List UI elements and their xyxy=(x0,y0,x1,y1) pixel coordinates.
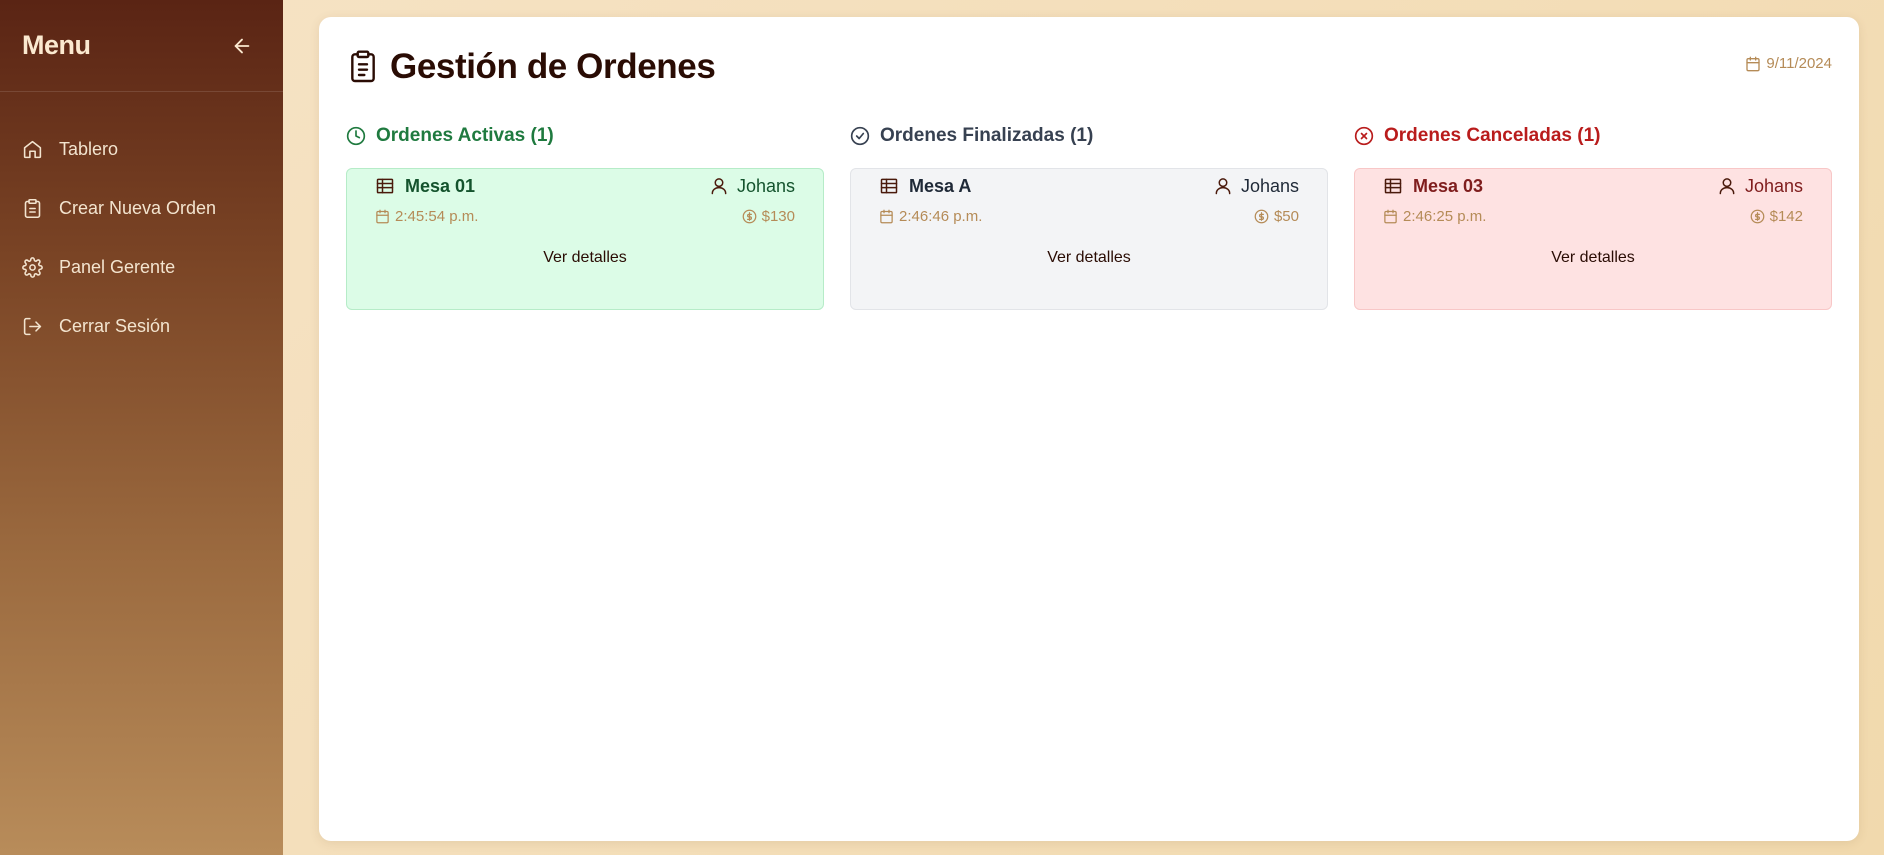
time-text: 2:46:46 p.m. xyxy=(899,207,983,225)
page-title: Gestión de Ordenes xyxy=(390,47,716,86)
view-details-button[interactable]: Ver detalles xyxy=(1355,249,1831,267)
column-cancelled-orders: Ordenes Canceladas (1) Mesa 03 Johans 2:… xyxy=(1354,121,1832,310)
x-circle-icon xyxy=(1354,126,1374,146)
order-card: Mesa A Johans 2:46:46 p.m. $50 Ver detal… xyxy=(850,168,1328,310)
order-card: Mesa 01 Johans 2:45:54 p.m. $130 Ver det… xyxy=(346,168,824,310)
waiter-name: Johans xyxy=(1240,175,1299,196)
total-text: $142 xyxy=(1769,207,1803,225)
order-time: 2:46:25 p.m. xyxy=(1383,208,1486,225)
order-waiter: Johans xyxy=(709,176,795,197)
column-title: Ordenes Finalizadas (1) xyxy=(880,125,1094,146)
total-text: $130 xyxy=(761,207,795,225)
table-icon xyxy=(376,178,394,194)
clipboard-icon xyxy=(24,198,41,219)
current-date: 9/11/2024 xyxy=(1745,55,1832,72)
order-time: 2:45:54 p.m. xyxy=(375,208,478,225)
clock-icon xyxy=(346,126,366,146)
column-finished-orders: Ordenes Finalizadas (1) Mesa A Johans 2:… xyxy=(850,121,1328,310)
order-table: Mesa 03 xyxy=(1383,176,1483,197)
column-header: Ordenes Finalizadas (1) xyxy=(850,121,1328,151)
sidebar-nav: Tablero Crear Nueva Orden Panel Gerente … xyxy=(0,92,283,356)
order-table: Mesa 01 xyxy=(375,176,475,197)
table-label: Mesa A xyxy=(909,175,972,196)
view-details-button[interactable]: Ver detalles xyxy=(347,249,823,267)
table-label: Mesa 01 xyxy=(405,175,476,196)
date-text: 9/11/2024 xyxy=(1766,55,1832,72)
waiter-name: Johans xyxy=(1744,175,1803,196)
gear-icon xyxy=(22,257,43,278)
order-waiter: Johans xyxy=(1213,176,1299,197)
table-icon xyxy=(1384,178,1402,194)
calendar-icon xyxy=(1384,209,1397,223)
column-title: Ordenes Canceladas (1) xyxy=(1384,125,1601,146)
order-total: $50 xyxy=(1254,208,1299,225)
column-header: Ordenes Activas (1) xyxy=(346,121,824,151)
page-header: Gestión de Ordenes xyxy=(347,47,716,87)
table-label: Mesa 03 xyxy=(1413,175,1484,196)
dollar-circle-icon xyxy=(1750,209,1764,223)
sidebar-header: Menu xyxy=(0,0,283,92)
total-text: $50 xyxy=(1273,207,1299,225)
user-icon xyxy=(711,178,727,195)
user-icon xyxy=(1215,178,1231,195)
sidebar-item-cerrar-sesion[interactable]: Cerrar Sesión xyxy=(0,297,283,356)
table-icon xyxy=(880,178,898,194)
calendar-icon xyxy=(1746,56,1761,71)
sidebar-item-label: Cerrar Sesión xyxy=(59,316,171,336)
main-panel: Gestión de Ordenes 9/11/2024 Ordenes Act… xyxy=(319,17,1859,841)
logout-icon xyxy=(23,317,42,336)
column-header: Ordenes Canceladas (1) xyxy=(1354,121,1832,151)
waiter-name: Johans xyxy=(736,175,795,196)
sidebar-item-crear-nueva-orden[interactable]: Crear Nueva Orden xyxy=(0,179,283,238)
time-text: 2:45:54 p.m. xyxy=(395,207,479,225)
dollar-circle-icon xyxy=(1254,209,1269,223)
column-active-orders: Ordenes Activas (1) Mesa 01 Johans 2:45:… xyxy=(346,121,824,310)
calendar-icon xyxy=(880,209,893,223)
order-total: $142 xyxy=(1750,208,1803,225)
sidebar-item-tablero[interactable]: Tablero xyxy=(0,120,283,179)
check-circle-icon xyxy=(850,126,870,146)
home-icon xyxy=(23,140,42,159)
sidebar-item-panel-gerente[interactable]: Panel Gerente xyxy=(0,238,283,297)
collapse-sidebar-button[interactable] xyxy=(229,33,255,59)
calendar-icon xyxy=(376,209,389,223)
order-time: 2:46:46 p.m. xyxy=(879,208,982,225)
view-details-button[interactable]: Ver detalles xyxy=(851,249,1327,267)
order-total: $130 xyxy=(742,208,795,225)
order-card: Mesa 03 Johans 2:46:25 p.m. $142 Ver det… xyxy=(1354,168,1832,310)
sidebar-title: Menu xyxy=(22,30,91,60)
sidebar: Menu Tablero Crear Nueva Orden Panel Ger… xyxy=(0,0,283,855)
sidebar-item-label: Tablero xyxy=(59,139,119,159)
order-waiter: Johans xyxy=(1717,176,1803,197)
order-table: Mesa A xyxy=(879,176,971,197)
column-title: Ordenes Activas (1) xyxy=(376,125,554,146)
sidebar-item-label: Panel Gerente xyxy=(59,257,176,277)
sidebar-item-label: Crear Nueva Orden xyxy=(59,198,217,218)
clipboard-list-icon xyxy=(351,50,375,83)
user-icon xyxy=(1719,178,1735,195)
arrow-left-icon xyxy=(234,38,250,53)
dollar-circle-icon xyxy=(742,209,756,223)
time-text: 2:46:25 p.m. xyxy=(1403,207,1487,225)
